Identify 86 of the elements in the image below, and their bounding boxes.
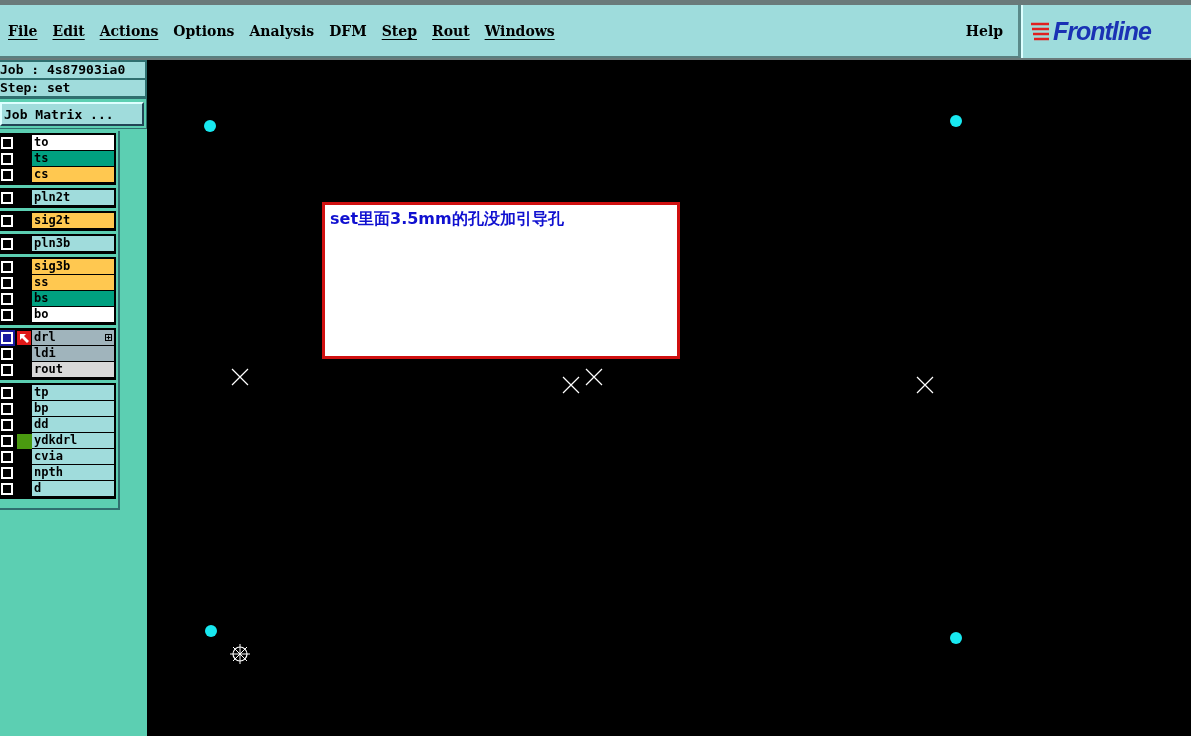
expand-icon[interactable] (105, 334, 112, 341)
layer-name[interactable]: bp (32, 401, 114, 416)
layer-row[interactable]: tp (0, 385, 114, 401)
layer-checkbox[interactable] (1, 467, 13, 479)
job-matrix-button[interactable]: Job Matrix ... (0, 102, 144, 126)
layer-checkbox[interactable] (1, 348, 13, 360)
layer-name[interactable]: npth (32, 465, 114, 480)
layer-name[interactable]: pln3b (32, 236, 114, 251)
layer-checkbox[interactable] (1, 403, 13, 415)
layer-name[interactable]: cs (32, 167, 114, 182)
layer-name[interactable]: ts (32, 151, 114, 166)
layer-checkbox[interactable] (1, 451, 13, 463)
speed-lines-icon (1029, 21, 1051, 42)
layer-row[interactable]: ydkdrl (0, 433, 114, 449)
layer-row[interactable]: ldi (0, 346, 114, 362)
layer-name[interactable]: bs (32, 291, 114, 306)
layer-checkbox[interactable] (1, 238, 13, 250)
layer-row[interactable]: cvia (0, 449, 114, 465)
layer-name[interactable]: d (32, 481, 114, 496)
layer-row[interactable]: ss (0, 275, 114, 291)
layer-name[interactable]: cvia (32, 449, 114, 464)
layer-checkbox[interactable] (1, 261, 13, 273)
layer-name[interactable]: ss (32, 275, 114, 290)
layer-row[interactable]: bo (0, 307, 114, 323)
step-label: Step: set (0, 80, 147, 98)
layer-checkbox[interactable] (1, 293, 13, 305)
layer-checkbox[interactable] (1, 277, 13, 289)
logo-text: Frontline (1053, 17, 1151, 46)
menu-item[interactable]: DFM (329, 22, 367, 39)
layer-checkbox[interactable] (1, 419, 13, 431)
cross-marker (231, 368, 249, 386)
menu-item[interactable]: Edit (52, 22, 85, 39)
cross-marker (585, 368, 603, 386)
menu-item[interactable]: Analysis (249, 22, 315, 39)
layer-name[interactable]: drl (32, 330, 114, 345)
layer-checkbox[interactable] (1, 215, 13, 227)
cross-marker (562, 376, 580, 394)
pad (205, 625, 217, 637)
pad (950, 632, 962, 644)
layer-name[interactable]: pln2t (32, 190, 114, 205)
pad (204, 120, 216, 132)
menu-item[interactable]: File (8, 22, 38, 39)
cross-marker (916, 376, 934, 394)
layer-row[interactable]: npth (0, 465, 114, 481)
layer-row[interactable]: d (0, 481, 114, 497)
layer-row[interactable]: pln3b (0, 236, 114, 252)
layer-row[interactable]: dd (0, 417, 114, 433)
layer-checkbox[interactable] (1, 309, 13, 321)
layer-row[interactable]: bp (0, 401, 114, 417)
layer-checkbox[interactable] (1, 137, 13, 149)
layer-checkbox[interactable] (1, 169, 13, 181)
layer-row[interactable]: pln2t (0, 190, 114, 206)
menu-item[interactable]: Windows (484, 22, 555, 39)
layer-row[interactable]: to (0, 135, 114, 151)
layer-checkbox[interactable] (1, 364, 13, 376)
layer-name[interactable]: tp (32, 385, 114, 400)
layer-checkbox[interactable] (1, 435, 13, 447)
menu-item[interactable]: Rout (432, 22, 470, 39)
layer-checkbox[interactable] (1, 192, 13, 204)
layer-name[interactable]: to (32, 135, 114, 150)
layer-checkbox[interactable] (1, 483, 13, 495)
layer-name[interactable]: bo (32, 307, 114, 322)
pad (950, 115, 962, 127)
layer-name[interactable]: rout (32, 362, 114, 377)
layer-name[interactable]: ydkdrl (32, 433, 114, 448)
layer-name[interactable]: dd (32, 417, 114, 432)
layer-checkbox[interactable] (1, 387, 13, 399)
note-text: set里面3.5mm的孔没加引导孔 (322, 202, 680, 359)
target-marker (229, 643, 251, 665)
menu-item[interactable]: Step (381, 22, 417, 39)
layer-checkbox[interactable] (1, 332, 13, 344)
layer-row[interactable]: drl (0, 330, 114, 346)
layer-checkbox[interactable] (1, 153, 13, 165)
menu-item[interactable]: Actions (99, 22, 159, 39)
layer-row[interactable]: rout (0, 362, 114, 378)
layer-row[interactable]: sig2t (0, 213, 114, 229)
layer-row[interactable]: sig3b (0, 259, 114, 275)
layer-name[interactable]: sig3b (32, 259, 114, 274)
menu-item[interactable]: Options (173, 22, 235, 39)
layer-row[interactable]: ts (0, 151, 114, 167)
help-menu[interactable]: Help (965, 22, 1003, 39)
job-label: Job : 4s87903ia0 (0, 60, 147, 80)
layer-row[interactable]: cs (0, 167, 114, 183)
layer-row[interactable]: bs (0, 291, 114, 307)
layer-name[interactable]: sig2t (32, 213, 114, 228)
layer-name[interactable]: ldi (32, 346, 114, 361)
